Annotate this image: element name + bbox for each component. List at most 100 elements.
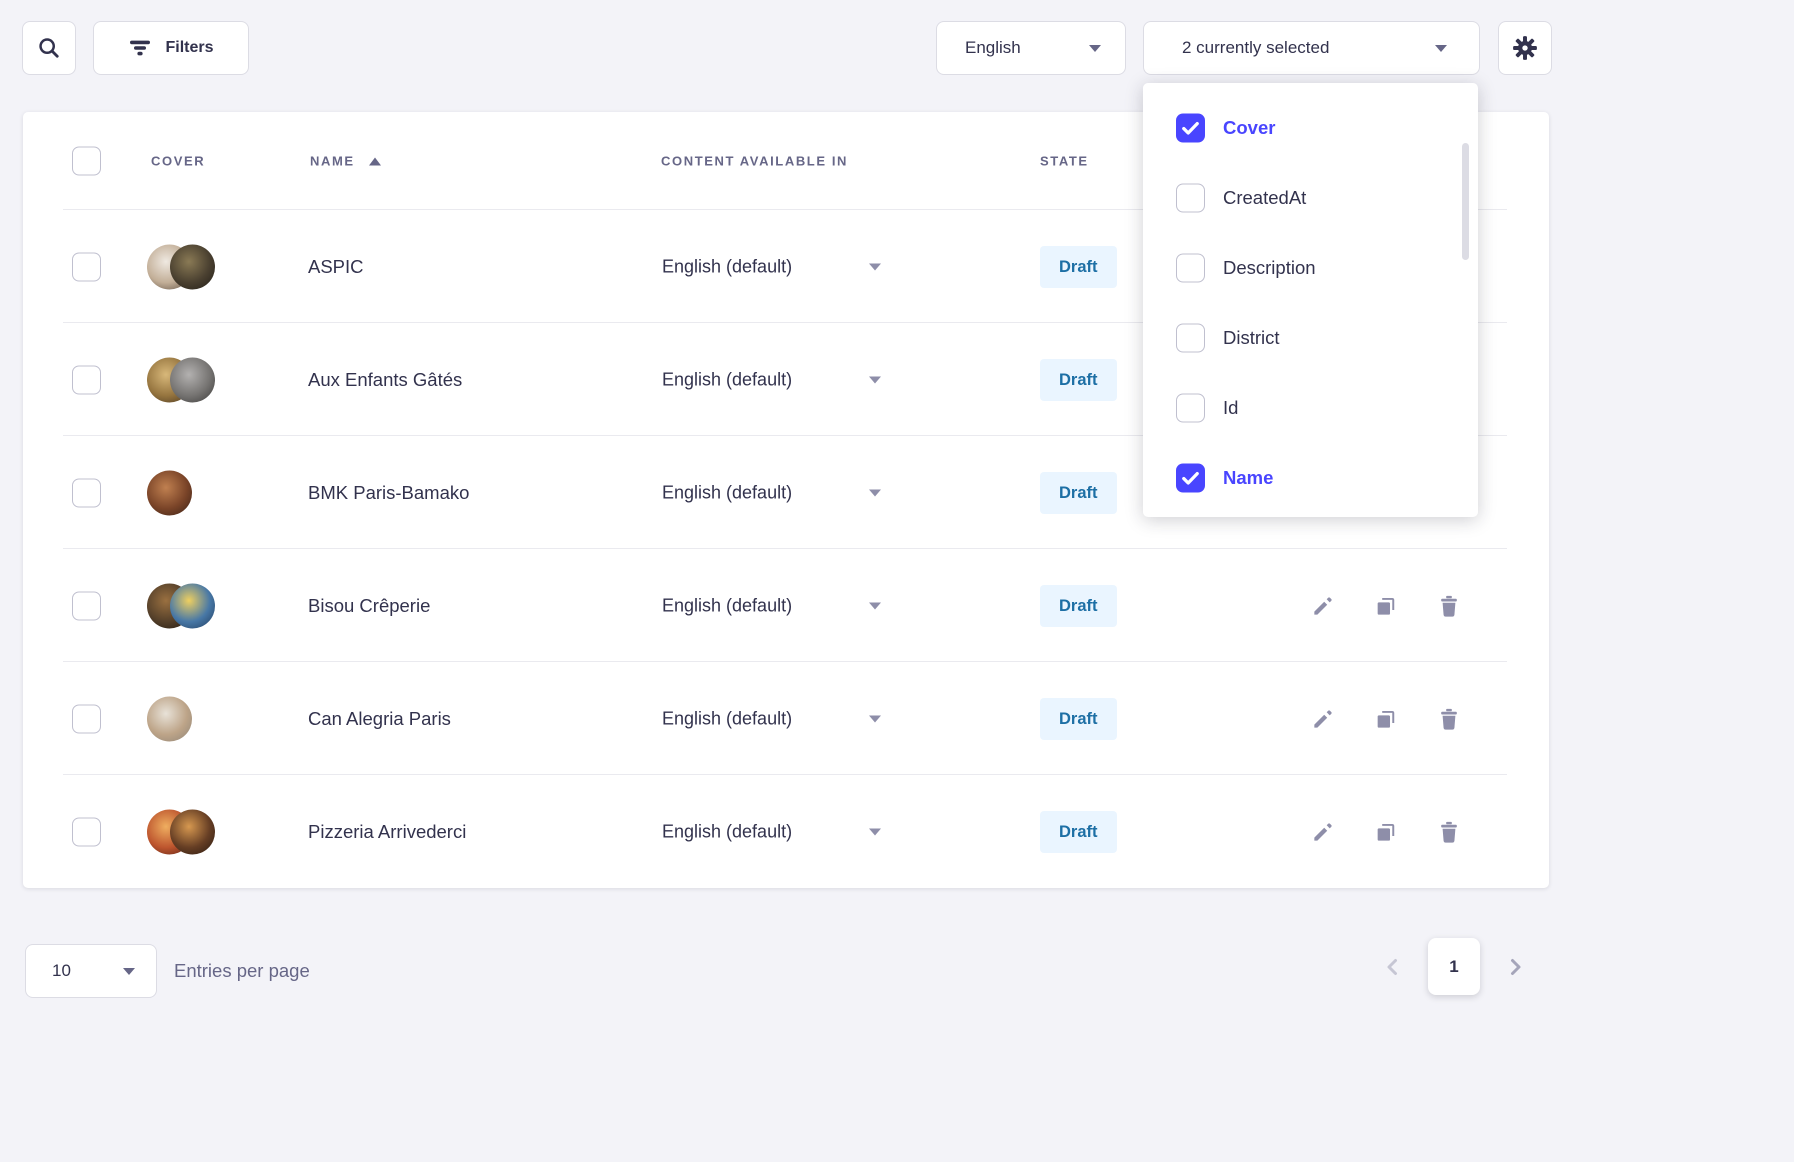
check-icon [1179, 467, 1202, 490]
edit-pencil-icon [1310, 593, 1336, 619]
row-select-checkbox[interactable] [72, 591, 101, 620]
row-select-checkbox[interactable] [72, 365, 101, 394]
column-picker-option-cover[interactable]: Cover [1143, 93, 1478, 163]
row-locale-select[interactable]: English (default) [662, 708, 792, 729]
pizzeria-cover-2 [170, 809, 215, 854]
option-label: Cover [1223, 117, 1275, 139]
option-label: CreatedAt [1223, 187, 1306, 209]
table-row: Pizzeria Arrivederci English (default) Dra… [23, 775, 1549, 888]
delete-button[interactable] [1434, 704, 1464, 734]
content-manager-page: Filters English 2 currently selected COV… [0, 0, 1794, 1162]
chevron-down-icon [869, 602, 881, 609]
delete-button[interactable] [1434, 817, 1464, 847]
state-badge: Draft [1040, 246, 1117, 288]
edit-pencil-icon [1310, 706, 1336, 732]
gear-icon [1511, 34, 1539, 62]
column-picker-option-id[interactable]: Id [1143, 373, 1478, 443]
delete-button[interactable] [1434, 591, 1464, 621]
state-badge: Draft [1040, 472, 1117, 514]
locale-select[interactable]: English [936, 21, 1126, 75]
column-count-value: 2 currently selected [1182, 38, 1329, 58]
table-row: Bisou Crêperie English (default) Draft [23, 549, 1549, 662]
checkbox[interactable] [1176, 324, 1205, 353]
chevron-down-icon [869, 715, 881, 722]
page-1-button[interactable]: 1 [1428, 938, 1480, 995]
option-label: District [1223, 327, 1280, 349]
chevron-down-icon [869, 828, 881, 835]
option-label: Description [1223, 257, 1316, 279]
next-page-button[interactable] [1503, 955, 1527, 979]
column-picker-option-name[interactable]: Name [1143, 443, 1478, 513]
column-picker-panel: Cover CreatedAt Description District Id Name [1143, 83, 1478, 517]
search-button[interactable] [22, 21, 76, 75]
entries-per-page-label: Entries per page [174, 960, 310, 982]
edit-button[interactable] [1308, 591, 1338, 621]
entry-name: Bisou Crêperie [308, 595, 430, 617]
state-badge: Draft [1040, 811, 1117, 853]
entry-name: Pizzeria Arrivederci [308, 821, 466, 843]
entry-name: Can Alegria Paris [308, 708, 451, 730]
table-row: Can Alegria Paris English (default) Draft [23, 662, 1549, 775]
bisou-cover-2 [170, 583, 215, 628]
edit-button[interactable] [1308, 704, 1338, 734]
chevron-down-icon [1089, 45, 1101, 52]
checkbox[interactable] [1176, 114, 1205, 143]
filters-label: Filters [165, 39, 213, 57]
filters-button[interactable]: Filters [93, 21, 249, 75]
aspic-cover-2 [170, 244, 215, 289]
can-alegria-cover-1 [147, 696, 192, 741]
duplicate-icon [1373, 593, 1399, 619]
row-select-checkbox[interactable] [72, 478, 101, 507]
state-badge: Draft [1040, 698, 1117, 740]
entry-name: ASPIC [308, 256, 364, 278]
check-icon [1179, 117, 1202, 140]
chevron-down-icon [869, 263, 881, 270]
duplicate-icon [1373, 819, 1399, 845]
chevron-right-icon [1503, 955, 1527, 979]
column-header-cover: COVER [151, 154, 205, 169]
column-count-select[interactable]: 2 currently selected [1143, 21, 1480, 75]
duplicate-icon [1373, 706, 1399, 732]
bmk-cover-1 [147, 470, 192, 515]
chevron-left-icon [1381, 955, 1405, 979]
row-select-checkbox[interactable] [72, 252, 101, 281]
select-all-checkbox[interactable] [72, 147, 101, 176]
trash-icon [1436, 819, 1462, 845]
chevron-down-icon [1435, 45, 1447, 52]
row-select-checkbox[interactable] [72, 704, 101, 733]
entry-name: Aux Enfants Gâtés [308, 369, 462, 391]
duplicate-button[interactable] [1371, 704, 1401, 734]
state-badge: Draft [1040, 585, 1117, 627]
column-picker-option-description[interactable]: Description [1143, 233, 1478, 303]
chevron-down-icon [869, 489, 881, 496]
column-header-content-available-in: CONTENT AVAILABLE IN [661, 154, 848, 169]
duplicate-button[interactable] [1371, 591, 1401, 621]
row-locale-select[interactable]: English (default) [662, 821, 792, 842]
trash-icon [1436, 593, 1462, 619]
edit-button[interactable] [1308, 817, 1338, 847]
column-picker-option-district[interactable]: District [1143, 303, 1478, 373]
chevron-down-icon [123, 968, 135, 975]
row-locale-select[interactable]: English (default) [662, 369, 792, 390]
row-locale-select[interactable]: English (default) [662, 256, 792, 277]
row-select-checkbox[interactable] [72, 817, 101, 846]
column-picker-option-createdat[interactable]: CreatedAt [1143, 163, 1478, 233]
row-locale-select[interactable]: English (default) [662, 482, 792, 503]
duplicate-button[interactable] [1371, 817, 1401, 847]
page-size-select[interactable]: 10 [25, 944, 157, 998]
checkbox[interactable] [1176, 394, 1205, 423]
settings-button[interactable] [1498, 21, 1552, 75]
page-size-value: 10 [52, 961, 71, 981]
checkbox[interactable] [1176, 464, 1205, 493]
checkbox[interactable] [1176, 184, 1205, 213]
scrollbar[interactable] [1462, 143, 1469, 260]
chevron-down-icon [869, 376, 881, 383]
row-locale-select[interactable]: English (default) [662, 595, 792, 616]
column-header-state: STATE [1040, 154, 1089, 169]
previous-page-button[interactable] [1381, 955, 1405, 979]
trash-icon [1436, 706, 1462, 732]
checkbox[interactable] [1176, 254, 1205, 283]
sort-ascending-icon [369, 157, 381, 165]
column-header-name[interactable]: NAME [310, 154, 381, 169]
option-label: Name [1223, 467, 1273, 489]
